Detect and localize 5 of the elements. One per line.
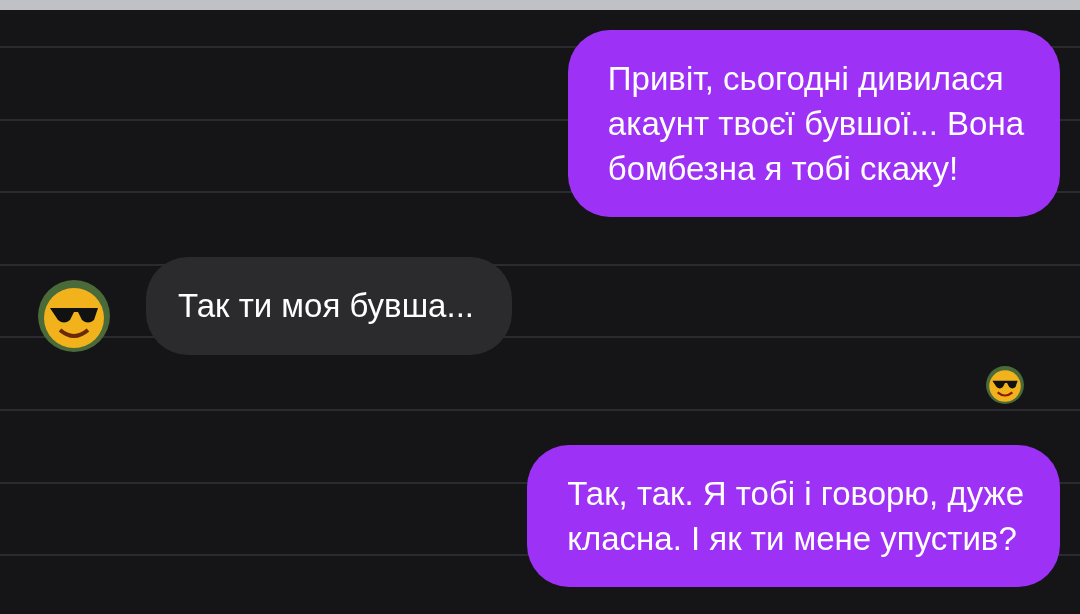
sunglasses-face-icon (985, 365, 1025, 405)
message-bubble: Так ти моя бувша... (146, 257, 512, 355)
message-bubble: Так, так. Я тобі і говорю, дуже класна. І як ти мене упустив? (527, 445, 1060, 587)
sunglasses-face-icon (38, 278, 110, 354)
message-bubble: Привіт, сьогодні дивилася акаунт твоєї бувшої... Вона бомбезна я тобі скажу! (567, 30, 1060, 217)
